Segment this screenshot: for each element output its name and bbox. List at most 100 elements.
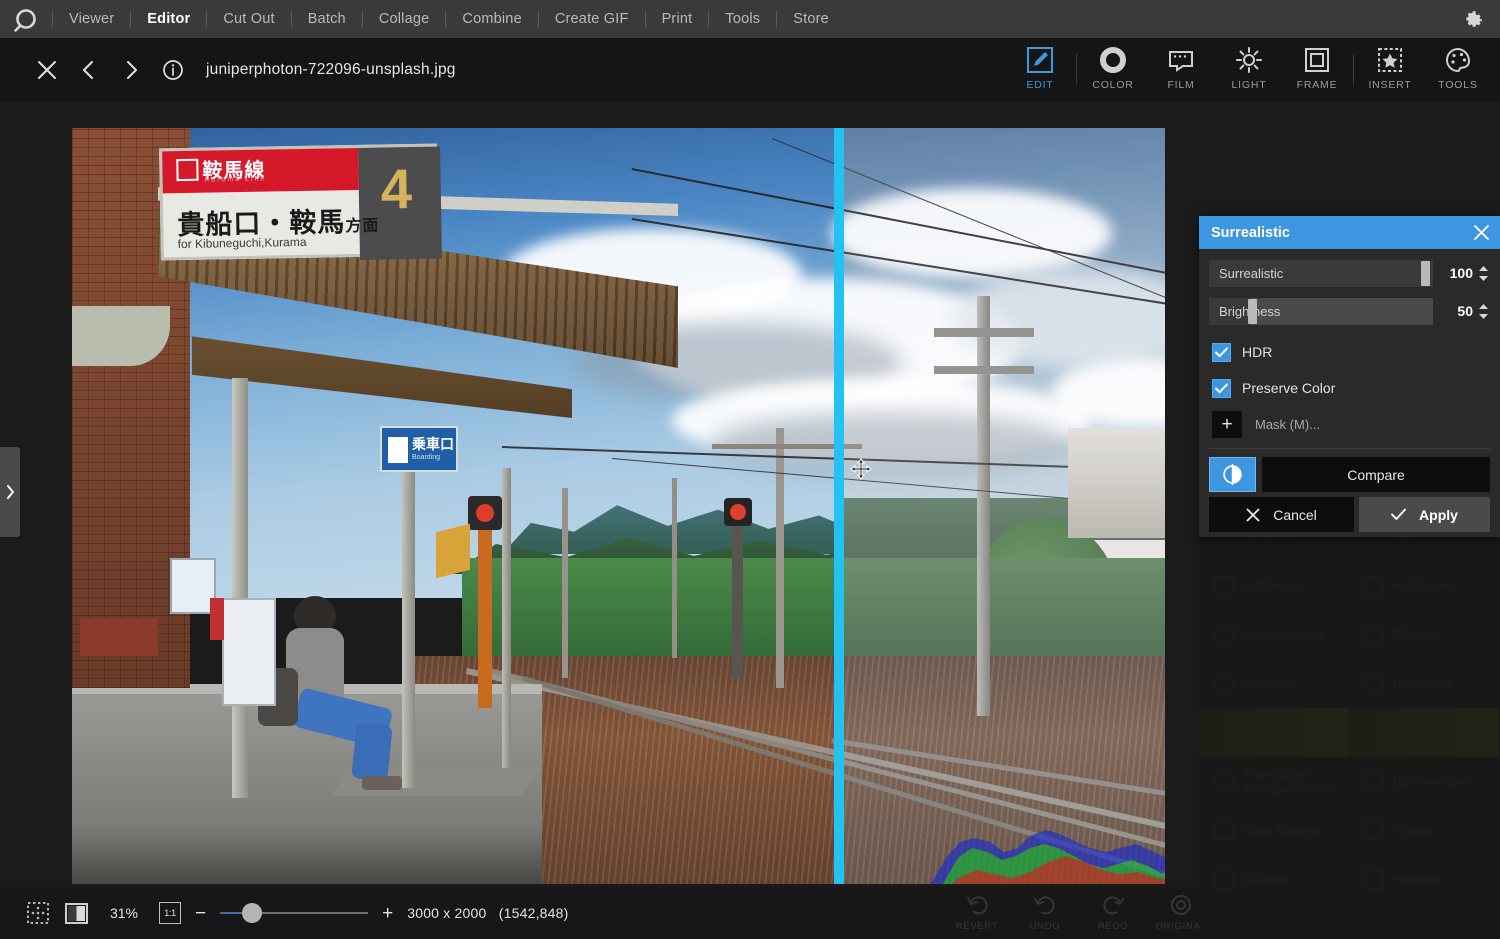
menu-item-cut-out[interactable]: Cut Out: [207, 0, 290, 38]
mode-separator: [1076, 54, 1077, 84]
slider-value[interactable]: 100: [1433, 265, 1477, 281]
effect-item[interactable]: Anti Noise: [1199, 561, 1349, 610]
mode-button-film[interactable]: FILM: [1147, 42, 1215, 100]
dialog-close-button[interactable]: [1473, 224, 1490, 241]
effect-item[interactable]: Gradient: [1199, 855, 1349, 904]
station-sign: 鞍馬線 Kurama Line 4 貴船口・鞍馬方面 for Kibuneguc…: [159, 144, 439, 261]
x-icon: [1246, 508, 1260, 522]
image-canvas[interactable]: After Before: [0, 102, 1500, 887]
slider-track[interactable]: Surrealistic: [1209, 260, 1433, 287]
catenary-pole: [672, 478, 677, 658]
menu-item-batch[interactable]: Batch: [292, 0, 362, 38]
effect-item[interactable]: Lens Blur: [1199, 659, 1349, 708]
menu-item-collage[interactable]: Collage: [363, 0, 446, 38]
undo-icon: [1033, 893, 1057, 917]
apply-button[interactable]: Apply: [1359, 497, 1490, 532]
zoom-out-button[interactable]: −: [195, 904, 206, 923]
effect-item[interactable]: [1349, 708, 1499, 757]
split-view-icon[interactable]: [64, 901, 89, 926]
slider-row-surrealistic[interactable]: Surrealistic 100: [1209, 258, 1490, 288]
cancel-button[interactable]: Cancel: [1209, 497, 1354, 532]
menu-item-viewer[interactable]: Viewer: [53, 0, 130, 38]
pillar: [402, 428, 415, 788]
mode-button-light[interactable]: LIGHT: [1215, 42, 1283, 100]
slider-knob[interactable]: [1421, 261, 1430, 286]
close-file-button[interactable]: [26, 38, 68, 102]
insert-star-icon: [1376, 46, 1404, 74]
photo-viewport[interactable]: After Before: [72, 128, 1165, 884]
right-building: [1068, 428, 1165, 538]
edit-pencil-icon: [1026, 46, 1054, 74]
slider-value[interactable]: 50: [1433, 303, 1477, 319]
checkbox-row-hdr[interactable]: HDR: [1209, 334, 1490, 370]
bottom-left-controls: 31% 1:1 − + 3000 x 2000 (1542,848): [26, 887, 569, 939]
slider-track[interactable]: Brightness: [1209, 298, 1433, 325]
mode-button-color[interactable]: COLOR: [1079, 42, 1147, 100]
menu-item-combine[interactable]: Combine: [446, 0, 537, 38]
zoom-slider[interactable]: [220, 902, 368, 924]
zoom-one-to-one-button[interactable]: 1:1: [159, 902, 181, 924]
chevron-right-icon: [4, 484, 16, 500]
menu-item-editor[interactable]: Editor: [131, 0, 206, 38]
effect-item[interactable]: Remove Noise: [1199, 610, 1349, 659]
effect-item[interactable]: Halftone: [1349, 855, 1499, 904]
stepper-icon[interactable]: [1477, 303, 1490, 320]
bokeh-blur-icon: [1365, 674, 1384, 693]
menu-item-print[interactable]: Print: [646, 0, 709, 38]
add-mask-button[interactable]: +: [1212, 411, 1242, 438]
menu-item-store[interactable]: Store: [777, 0, 845, 38]
effect-item[interactable]: Remove Color: [1349, 757, 1499, 806]
zoom-slider-knob[interactable]: [242, 903, 262, 923]
mode-label: COLOR: [1092, 79, 1133, 91]
stepper-icon[interactable]: [1477, 265, 1490, 282]
before-after-split-handle[interactable]: [834, 128, 844, 884]
effect-item[interactable]: Sharpen: [1349, 610, 1499, 659]
cancel-label: Cancel: [1273, 507, 1317, 523]
signal-post: [478, 508, 492, 708]
bottom-tool-undo[interactable]: UNDO: [1011, 889, 1079, 939]
effect-item[interactable]: Anti Tremor: [1349, 561, 1499, 610]
checkbox-preserve-color[interactable]: [1212, 379, 1231, 398]
halftone-icon: [1365, 870, 1384, 889]
previous-image-button[interactable]: [68, 38, 110, 102]
catenary-pole: [776, 428, 784, 688]
menu-item-tools[interactable]: Tools: [709, 0, 776, 38]
effect-item[interactable]: Color Balance: [1199, 806, 1349, 855]
compare-row: Compare: [1209, 457, 1490, 492]
exit-sign: 乗車口 Boarding: [380, 426, 458, 472]
effect-label: Pure Color / Transparent Top: [1243, 768, 1349, 796]
checkbox-row-preserve-color[interactable]: Preserve Color: [1209, 370, 1490, 406]
mask-row[interactable]: + Mask (M)...: [1209, 406, 1490, 442]
bottom-tool-redo[interactable]: REDO: [1079, 889, 1147, 939]
image-info-button[interactable]: [152, 38, 194, 102]
checkbox-hdr[interactable]: [1212, 343, 1231, 362]
settings-button[interactable]: [1464, 9, 1486, 31]
effect-item[interactable]: Pure Color / Transparent Top: [1199, 757, 1349, 806]
slider-knob[interactable]: [1248, 299, 1257, 324]
mask-label[interactable]: Mask (M)...: [1255, 417, 1320, 432]
effect-item[interactable]: Bokeh Blur: [1349, 659, 1499, 708]
split-compare-icon[interactable]: [1209, 457, 1256, 492]
zoom-in-button[interactable]: +: [382, 904, 393, 923]
slider-row-brightness[interactable]: Brightness 50: [1209, 296, 1490, 326]
mode-button-frame[interactable]: FRAME: [1283, 42, 1351, 100]
marching-ants-icon[interactable]: [26, 901, 50, 925]
info-icon: [162, 59, 184, 81]
effect-item[interactable]: Vintage: [1349, 806, 1499, 855]
chevron-right-icon: [122, 59, 140, 81]
mode-button-insert[interactable]: INSERT: [1356, 42, 1424, 100]
file-toolbar: juniperphoton-722096-unsplash.jpg EDITCO…: [0, 38, 1500, 102]
mode-button-edit[interactable]: EDIT: [1006, 42, 1074, 100]
effect-item[interactable]: Denoise: [1199, 708, 1349, 757]
surrealistic-dialog[interactable]: Surrealistic Surrealistic 100: [1199, 216, 1500, 537]
menu-item-create-gif[interactable]: Create GIF: [539, 0, 645, 38]
mode-label: TOOLS: [1438, 79, 1477, 91]
left-panel-toggle[interactable]: [0, 447, 20, 537]
app-logo[interactable]: [0, 0, 52, 38]
next-image-button[interactable]: [110, 38, 152, 102]
compare-button[interactable]: Compare: [1262, 457, 1490, 492]
image-dimensions-label: 3000 x 2000 (1542,848): [407, 905, 568, 921]
color-balance-icon: [1215, 821, 1234, 840]
bottom-tool-revert[interactable]: REVERT: [943, 889, 1011, 939]
mode-button-tools[interactable]: TOOLS: [1424, 42, 1492, 100]
